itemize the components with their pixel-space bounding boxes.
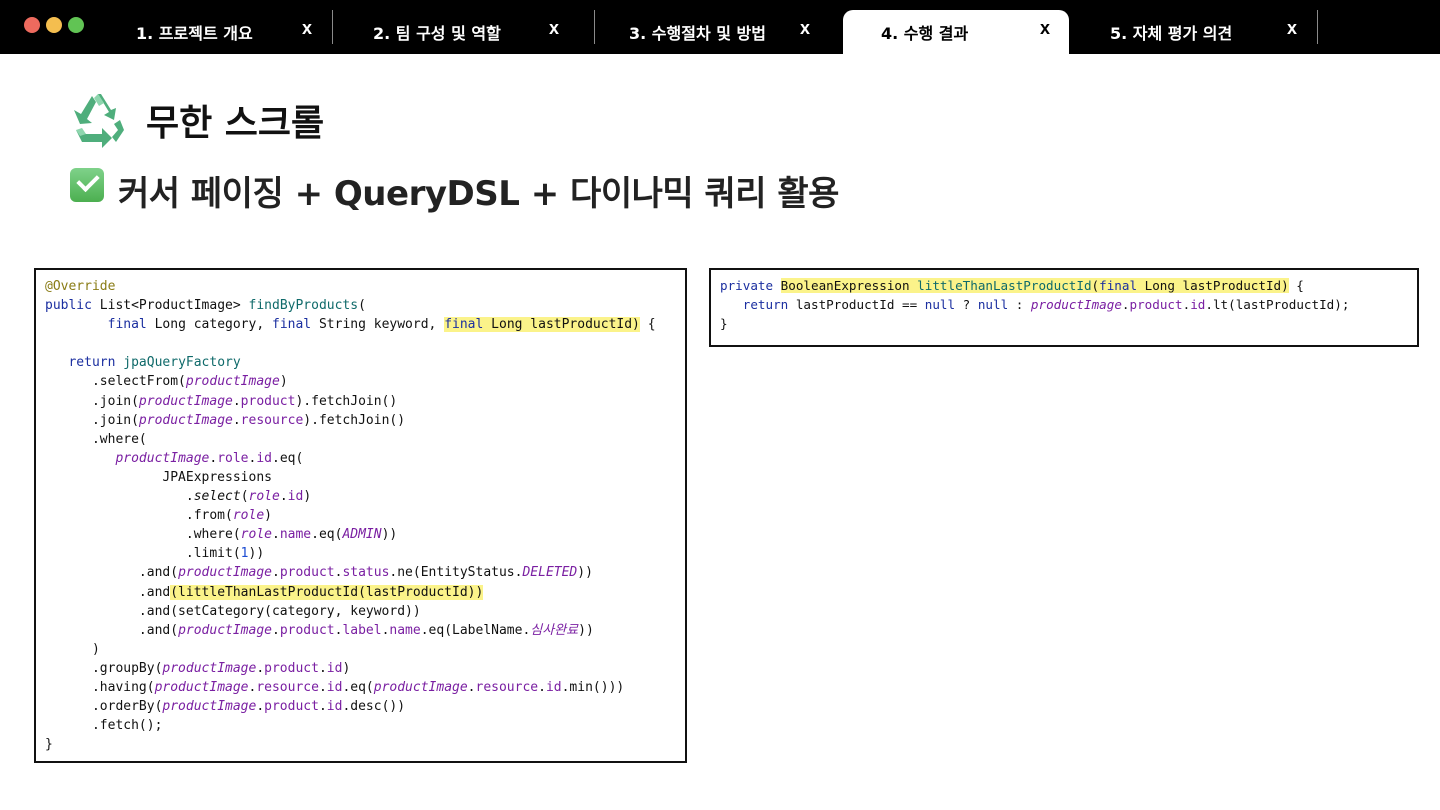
code-line: .selectFrom(productImage) (45, 374, 288, 390)
code-line: .and(productImage.product.label.name.eq(… (45, 622, 594, 638)
code-line: productImage.role.id.eq( (115, 450, 304, 466)
code-line: .join(productImage.product).fetchJoin() (45, 393, 398, 409)
code-block: @Override public List<ProductImage> find… (45, 277, 656, 754)
code-line: .and(setCategory(category, keyword)) (45, 603, 421, 619)
code-panel-query: @Override public List<ProductImage> find… (34, 268, 687, 763)
tab-label: 2. 팀 구성 및 역할 (373, 24, 501, 43)
code-line: JPAExpressions (45, 469, 272, 485)
code-line: } (720, 316, 728, 332)
code-line: .where( (45, 431, 147, 447)
tab-team-roles[interactable]: 2. 팀 구성 및 역할 x (333, 10, 594, 54)
code-line: .having(productImage.resource.id.eq(prod… (45, 679, 625, 695)
code-line: .groupBy(productImage.product.id) (45, 660, 351, 676)
code-line: } (45, 737, 53, 753)
tab-results[interactable]: 4. 수행 결과 x (843, 10, 1069, 54)
window-minimize-dot[interactable] (46, 17, 62, 33)
code-block: private BooleanExpression littleThanLast… (720, 276, 1349, 333)
tab-divider (1317, 10, 1318, 44)
code-line: public List<ProductImage> findByProducts… (45, 298, 366, 314)
tab-close-icon[interactable]: x (549, 18, 559, 39)
tab-label: 3. 수행절차 및 방법 (629, 24, 766, 43)
code-line: .fetch(); (45, 718, 163, 734)
code-line: ) (45, 641, 100, 657)
tab-bar: 1. 프로젝트 개요 x 2. 팀 구성 및 역할 x 3. 수행절차 및 방법… (0, 0, 1440, 54)
code-line: private BooleanExpression littleThanLast… (720, 278, 1304, 293)
tab-close-icon[interactable]: x (1287, 18, 1297, 39)
code-line: .and(productImage.product.status.ne(Enti… (45, 565, 593, 581)
page-subtitle: 커서 페이징 + QueryDSL + 다이나믹 쿼리 활용 (118, 174, 839, 214)
code-panel-condition: private BooleanExpression littleThanLast… (709, 268, 1419, 347)
tab-label: 4. 수행 결과 (881, 24, 969, 43)
code-line: .limit(1)) (45, 546, 265, 562)
tab-label: 1. 프로젝트 개요 (136, 24, 253, 43)
section-heading: 무한 스크롤 (68, 90, 324, 152)
tab-close-icon[interactable]: x (302, 18, 312, 39)
code-line: return jpaQueryFactory (68, 355, 241, 371)
tab-close-icon[interactable]: x (1040, 18, 1050, 39)
code-line: .join(productImage.resource).fetchJoin() (45, 412, 406, 428)
recycle-icon (74, 94, 124, 148)
tab-label: 5. 자체 평가 의견 (1110, 24, 1233, 43)
tab-procedure[interactable]: 3. 수행절차 및 방법 x (595, 10, 843, 54)
code-line: .and(littleThanLastProductId(lastProduct… (45, 584, 484, 600)
code-line: .select(role.id) (45, 489, 312, 505)
check-box-icon (70, 168, 104, 202)
code-line: return lastProductId == null ? null : pr… (742, 297, 1350, 313)
code-line: .where(role.name.eq(ADMIN)) (45, 527, 398, 543)
tab-project-overview[interactable]: 1. 프로젝트 개요 x (100, 10, 332, 54)
code-line: .orderBy(productImage.product.id.desc()) (45, 699, 406, 715)
code-line: final Long category, final String keywor… (107, 317, 656, 333)
window-close-dot[interactable] (24, 17, 40, 33)
code-line: @Override (45, 279, 116, 294)
page-title: 무한 스크롤 (146, 103, 325, 144)
tab-self-evaluation[interactable]: 5. 자체 평가 의견 x (1069, 10, 1317, 54)
tab-close-icon[interactable]: x (800, 18, 810, 39)
code-line: .from(role) (45, 508, 272, 524)
window-maximize-dot[interactable] (68, 17, 84, 33)
